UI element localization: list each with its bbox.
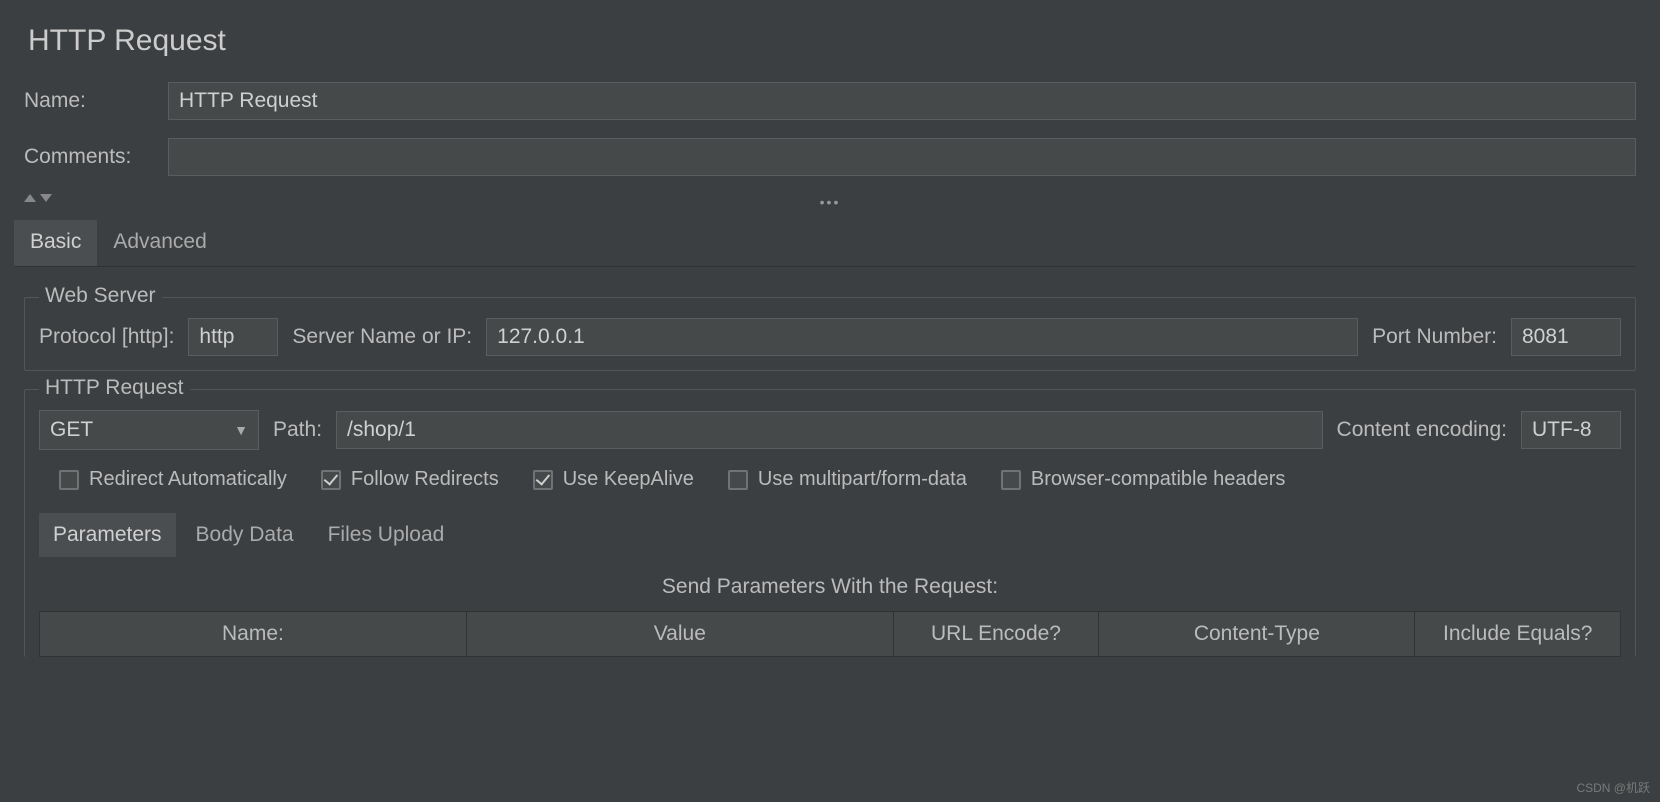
server-name-label: Server Name or IP: bbox=[292, 325, 472, 349]
main-tabs: Basic Advanced bbox=[14, 220, 1636, 267]
encoding-label: Content encoding: bbox=[1337, 418, 1507, 442]
col-content-type[interactable]: Content-Type bbox=[1099, 612, 1415, 657]
col-url-encode[interactable]: URL Encode? bbox=[893, 612, 1099, 657]
path-input[interactable] bbox=[336, 411, 1322, 449]
http-request-group: HTTP Request GET ▼ Path: Content encodin… bbox=[24, 389, 1636, 657]
method-select[interactable]: GET ▼ bbox=[39, 410, 259, 450]
comments-label: Comments: bbox=[24, 145, 152, 169]
method-value: GET bbox=[50, 418, 93, 442]
web-server-group: Web Server Protocol [http]: Server Name … bbox=[24, 297, 1636, 371]
col-include-equals[interactable]: Include Equals? bbox=[1415, 612, 1621, 657]
collapse-down-icon[interactable] bbox=[40, 194, 52, 202]
checkbox-checked-icon bbox=[321, 470, 341, 490]
col-value[interactable]: Value bbox=[466, 612, 893, 657]
server-name-input[interactable] bbox=[486, 318, 1358, 356]
sub-tabs: Parameters Body Data Files Upload bbox=[39, 513, 1621, 557]
http-request-legend: HTTP Request bbox=[39, 376, 190, 400]
keepalive-label: Use KeepAlive bbox=[563, 468, 694, 491]
tab-advanced[interactable]: Advanced bbox=[97, 220, 222, 266]
keepalive-check[interactable]: Use KeepAlive bbox=[533, 468, 694, 491]
protocol-input[interactable] bbox=[188, 318, 278, 356]
name-label: Name: bbox=[24, 89, 152, 113]
panel-splitter[interactable]: ••• bbox=[24, 194, 1636, 210]
protocol-label: Protocol [http]: bbox=[39, 325, 174, 349]
checkbox-icon bbox=[728, 470, 748, 490]
redirect-auto-check[interactable]: Redirect Automatically bbox=[59, 468, 287, 491]
chevron-down-icon: ▼ bbox=[234, 422, 248, 438]
tab-parameters[interactable]: Parameters bbox=[39, 513, 176, 557]
params-table[interactable]: Name: Value URL Encode? Content-Type Inc… bbox=[39, 611, 1621, 657]
web-server-legend: Web Server bbox=[39, 284, 162, 308]
browser-headers-label: Browser-compatible headers bbox=[1031, 468, 1286, 491]
watermark: CSDN @机跃 bbox=[1576, 779, 1650, 796]
redirect-auto-label: Redirect Automatically bbox=[89, 468, 287, 491]
tab-body-data[interactable]: Body Data bbox=[182, 513, 308, 557]
follow-redirects-check[interactable]: Follow Redirects bbox=[321, 468, 499, 491]
tab-basic[interactable]: Basic bbox=[14, 220, 97, 266]
comments-input[interactable] bbox=[168, 138, 1636, 176]
collapse-up-icon[interactable] bbox=[24, 194, 36, 202]
col-name[interactable]: Name: bbox=[40, 612, 467, 657]
grip-icon: ••• bbox=[820, 194, 841, 210]
multipart-label: Use multipart/form-data bbox=[758, 468, 967, 491]
checkbox-icon bbox=[1001, 470, 1021, 490]
path-label: Path: bbox=[273, 418, 322, 442]
checkbox-icon bbox=[59, 470, 79, 490]
follow-redirects-label: Follow Redirects bbox=[351, 468, 499, 491]
browser-headers-check[interactable]: Browser-compatible headers bbox=[1001, 468, 1286, 491]
checkbox-checked-icon bbox=[533, 470, 553, 490]
port-input[interactable] bbox=[1511, 318, 1621, 356]
encoding-input[interactable] bbox=[1521, 411, 1621, 449]
params-title: Send Parameters With the Request: bbox=[39, 575, 1621, 599]
page-title: HTTP Request bbox=[28, 24, 1636, 58]
multipart-check[interactable]: Use multipart/form-data bbox=[728, 468, 967, 491]
tab-files-upload[interactable]: Files Upload bbox=[314, 513, 459, 557]
port-label: Port Number: bbox=[1372, 325, 1497, 349]
name-input[interactable] bbox=[168, 82, 1636, 120]
